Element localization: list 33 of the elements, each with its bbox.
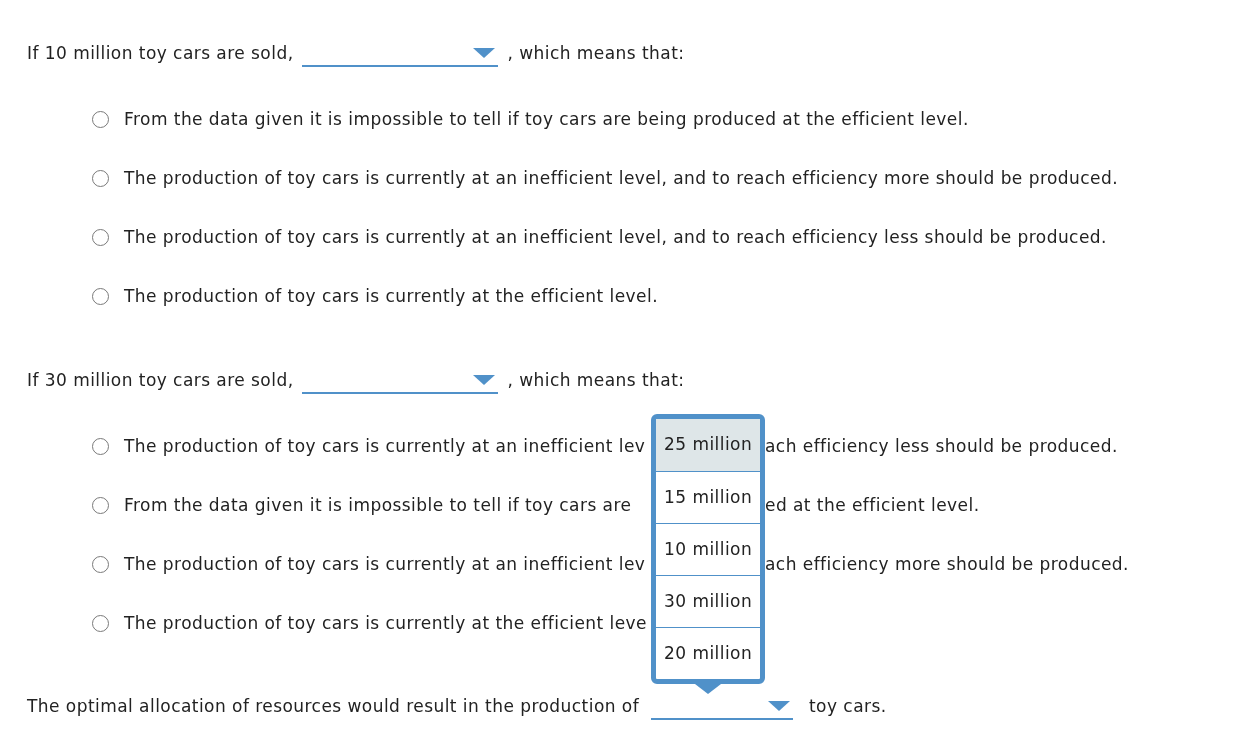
radio-button[interactable] [92,556,109,573]
option-text: ach efficiency less should be produced. [765,434,1118,458]
caret-icon [768,701,790,711]
dropdown-option[interactable]: 25 million [656,419,760,471]
radio-button[interactable] [92,438,109,455]
radio-button[interactable] [92,170,109,187]
question-text: , which means that: [507,369,685,393]
radio-button[interactable] [92,111,109,128]
question-text: toy cars. [809,695,887,719]
radio-button[interactable] [92,229,109,246]
question-text: The optimal allocation of resources would result in the production of [27,695,641,719]
dropdown-option[interactable]: 15 million [656,471,760,523]
option-text: The production of toy cars is currently at an inefficient lev [124,553,646,574]
option-text: ed at the efficient level. [765,493,980,517]
radio-button[interactable] [92,497,109,514]
option-text: From the data given it is impossible to tell if toy cars are [124,494,632,515]
option-text: The production of toy cars is currently at an inefficient level, and to reach efficiency less should be produced. [124,225,1107,249]
radio-button[interactable] [92,615,109,632]
radio-button[interactable] [92,288,109,305]
option-text: ach efficiency more should be produced. [765,552,1129,576]
question-text: If 30 million toy cars are sold, [27,369,294,393]
caret-icon [472,375,495,385]
dropdown-option[interactable]: 30 million [656,575,760,627]
question-text: If 10 million toy cars are sold, [27,42,294,66]
option-text: From the data given it is impossible to tell if toy cars are being produced at the efficient level. [124,107,969,131]
dropdown-option[interactable]: 10 million [656,523,760,575]
caret-icon [472,48,495,58]
option-text: The production of toy cars is currently at an inefficient lev [124,435,646,456]
dropdown-option[interactable]: 20 million [656,627,760,679]
option-text: The production of toy cars is currently at the efficient level. [124,284,659,308]
option-text: The production of toy cars is currently at an inefficient level, and to reach efficiency more should be produced. [124,166,1119,190]
option-text: The production of toy cars is currently at the efficient leve [124,612,647,633]
question-text: , which means that: [507,42,685,66]
